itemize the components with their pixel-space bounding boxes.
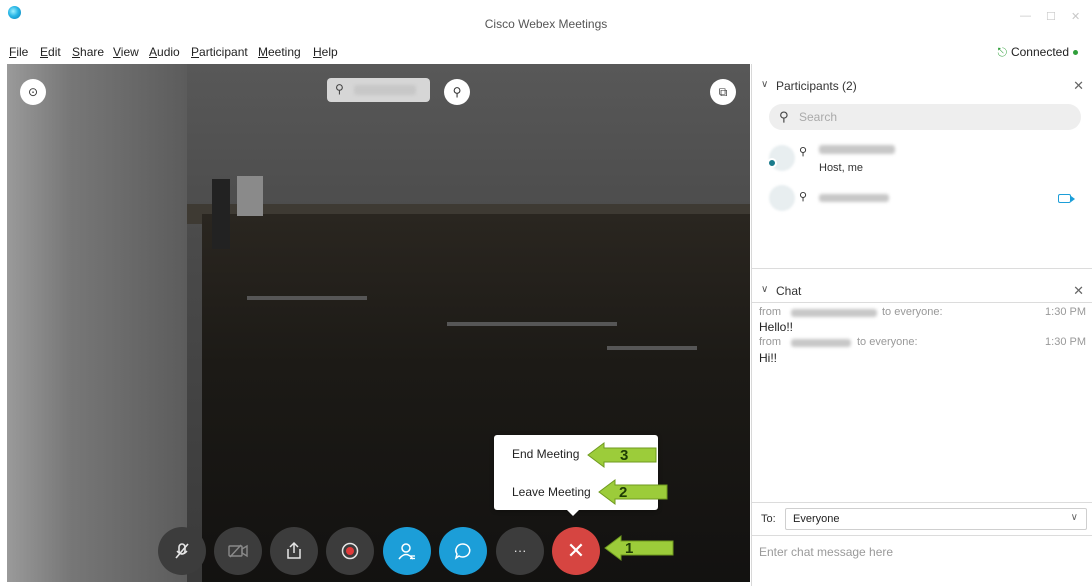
connection-status-label: Connected [1010,45,1069,59]
menu-bar: File Edit Share View Audio Participant M… [0,42,1092,62]
participants-icon [398,543,415,560]
audio-connected-icon: ⚲ [799,146,808,158]
title-bar: Cisco Webex Meetings — ☐ ✕ [0,0,1092,42]
menu-participant[interactable]: Participant [191,45,248,59]
chat-recipient-row: To: Everyone ∨ [752,506,1092,532]
menu-view[interactable]: View [113,45,139,59]
callout-number-1: 1 [625,540,633,557]
active-speaker-label[interactable]: ⚲ [327,78,430,102]
chat-message-text: Hi!! [759,351,777,365]
share-icon [287,541,301,559]
video-camera-icon [1058,194,1075,203]
connection-status[interactable]: ⎋ Connected [997,45,1078,60]
presence-indicator-icon [767,158,777,168]
recipient-select[interactable]: Everyone ∨ [785,508,1087,530]
sender-name-redacted [791,339,851,347]
record-button[interactable] [326,527,374,575]
chat-button[interactable] [439,527,487,575]
mic-muted-icon [175,543,189,559]
participant-row[interactable]: ⚲ Host, me [752,140,1092,180]
camera-off-icon [228,544,248,558]
message-to-label: to everyone: [882,306,943,318]
speaker-name-redacted [354,85,416,95]
callout-arrow-3: 3 [587,442,657,468]
popup-pointer [566,509,580,516]
panel-divider [752,302,1092,303]
chat-message-meta: from to everyone: 1:30 PM [759,336,1086,348]
video-background [7,64,187,582]
mute-button[interactable] [158,527,206,575]
video-highlight [447,322,617,326]
end-meeting-button[interactable]: ✕ [552,527,600,575]
pin-icon[interactable]: ⚲ [444,79,470,105]
participant-search[interactable]: ⚲ [769,104,1081,130]
video-shelf [202,214,750,582]
participant-name-redacted [819,194,889,202]
message-from-label: from [759,306,781,318]
callout-arrow-1: 1 [604,535,674,561]
chat-header[interactable]: ∨ Chat ✕ [752,277,1092,305]
status-dot [1073,50,1078,56]
participants-title: Participants (2) [776,79,857,93]
leave-meeting-option[interactable]: Leave Meeting [512,485,591,499]
participants-button[interactable] [383,527,431,575]
close-window-button[interactable]: ✕ [1071,10,1080,23]
menu-share[interactable]: Share [72,45,104,59]
chat-message-meta: from to everyone: 1:30 PM [759,306,1086,318]
end-meeting-option[interactable]: End Meeting [512,447,579,461]
callout-number-2: 2 [619,484,627,501]
menu-help[interactable]: Help [313,45,338,59]
collapse-chevron-icon[interactable]: ∨ [761,284,768,295]
share-button[interactable] [270,527,318,575]
message-timestamp: 1:30 PM [1045,306,1086,318]
maximize-button[interactable]: ☐ [1046,10,1056,23]
panel-divider [752,268,1092,269]
minimize-button[interactable]: — [1020,10,1031,22]
record-icon [341,542,359,560]
panel-divider [752,502,1092,503]
video-object [237,176,263,216]
participant-role: Host, me [819,162,864,174]
recipient-value: Everyone [793,513,840,525]
layout-icon[interactable]: ⧉ [710,79,736,105]
connected-mic-icon: ⎋ [997,45,1007,59]
close-participants-icon[interactable]: ✕ [1073,78,1084,94]
speaker-audio-icon: ⚲ [335,82,344,96]
chat-bubble-icon [454,543,471,560]
chevron-down-icon: ∨ [1070,512,1078,523]
message-to-label: to everyone: [857,336,918,348]
participant-search-input[interactable] [799,108,1069,126]
to-label: To: [761,513,776,525]
sender-name-redacted [791,309,877,317]
participant-row[interactable]: ⚲ [752,182,1092,222]
window-title: Cisco Webex Meetings [484,17,608,31]
participants-header[interactable]: ∨ Participants (2) ✕ [752,72,1092,100]
video-toggle-button[interactable] [214,527,262,575]
meeting-info-icon[interactable]: ⊙ [20,79,46,105]
callout-number-3: 3 [620,447,628,464]
search-icon: ⚲ [779,109,789,124]
avatar [769,185,795,211]
video-highlight [247,296,367,300]
chat-title: Chat [776,284,802,298]
chat-message-input[interactable] [759,541,1079,563]
menu-edit[interactable]: Edit [40,45,61,59]
menu-meeting[interactable]: Meeting [258,45,301,59]
participant-name-redacted [819,145,895,154]
message-timestamp: 1:30 PM [1045,336,1086,348]
callout-arrow-2: 2 [598,479,668,505]
more-options-button[interactable]: ··· [496,527,544,575]
message-from-label: from [759,336,781,348]
close-chat-icon[interactable]: ✕ [1073,283,1084,299]
collapse-chevron-icon[interactable]: ∨ [761,79,768,90]
chat-message-text: Hello!! [759,320,794,334]
menu-file[interactable]: File [9,45,28,59]
panel-divider [752,535,1092,536]
video-highlight [607,346,697,350]
side-panel: ∨ Participants (2) ✕ ⚲ ⚲ Host, me ⚲ ∨ Ch… [751,64,1092,586]
video-object [212,179,230,249]
audio-connected-icon: ⚲ [799,191,808,203]
menu-audio[interactable]: Audio [149,45,180,59]
